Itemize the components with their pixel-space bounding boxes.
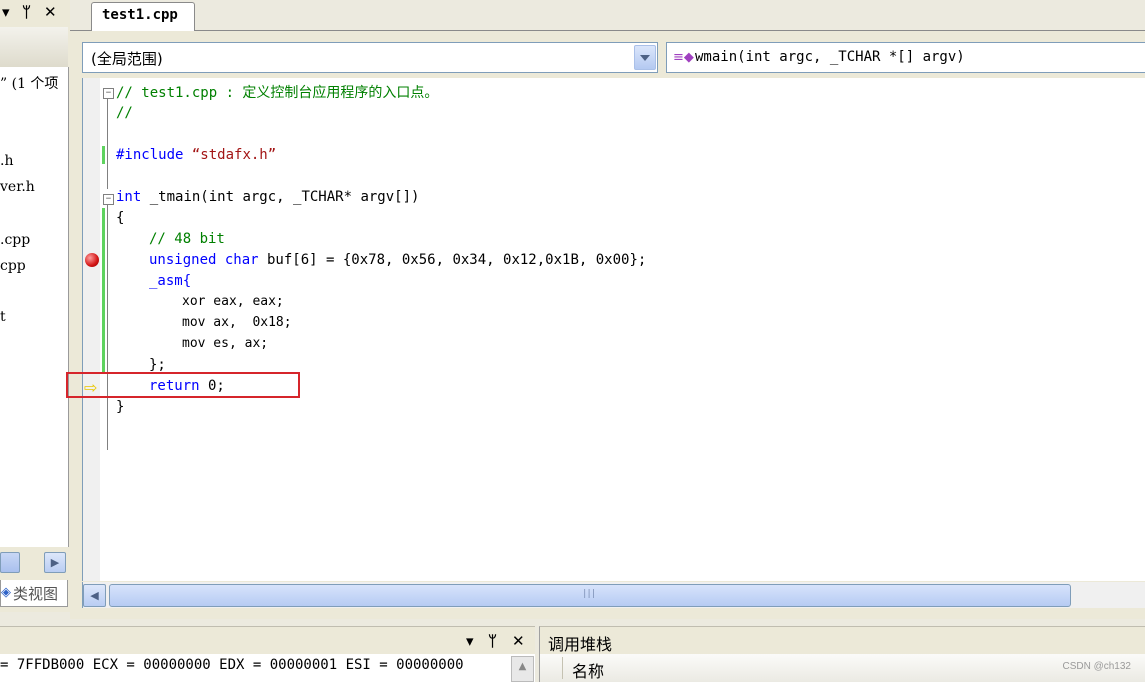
solution-tree: ” (1 个项 .h ver.h .cpp cpp t <box>0 67 69 547</box>
preprocessor-keyword: #include <box>116 147 184 163</box>
class-view-icon: ◈ <box>1 585 11 600</box>
breakpoint-icon[interactable] <box>85 253 99 267</box>
close-icon[interactable]: ✕ <box>512 632 525 650</box>
tree-item[interactable]: .h <box>0 153 13 169</box>
keyword: unsigned char <box>149 252 259 268</box>
code-editor[interactable]: − − // test1.cpp : 定义控制台应用程序的入口点。 // #in… <box>66 78 1145 581</box>
function-dropdown-value: wmain(int argc, _TCHAR *[] argv) <box>695 49 965 65</box>
code-line: // 48 bit <box>149 231 225 247</box>
tab-test1-cpp[interactable]: test1.cpp <box>91 2 195 31</box>
code-line: unsigned char buf[6] = {0x78, 0x56, 0x34… <box>149 251 646 269</box>
left-panel-titlebar: ▾ ᛘ ✕ <box>0 0 70 27</box>
code-line: #include “stdafx.h” <box>116 146 276 164</box>
code-line: _asm{ <box>149 273 192 289</box>
outline-line <box>107 205 108 450</box>
dropdown-icon[interactable]: ▾ <box>466 632 474 650</box>
change-bar <box>102 146 105 164</box>
pin-icon[interactable]: ᛘ <box>22 3 31 21</box>
scope-dropdown[interactable]: (全局范围) <box>82 42 658 73</box>
close-icon[interactable]: ✕ <box>44 3 57 21</box>
code-line: mov es, ax; <box>182 336 269 351</box>
registers-pane: = 7FFDB000 ECX = 00000000 EDX = 00000001… <box>0 654 535 682</box>
dropdown-icon[interactable]: ▾ <box>2 3 10 21</box>
tree-item[interactable]: t <box>0 309 6 325</box>
code-line: mov ax, 0x18; <box>182 315 292 330</box>
registers-panel-titlebar: ▾ ᛘ ✕ <box>0 626 535 655</box>
code-text: _tmain(int argc, _TCHAR* argv[]) <box>141 189 420 205</box>
scroll-up-icon[interactable]: ▲ <box>511 656 534 682</box>
callstack-col-name: 名称 <box>572 662 605 681</box>
change-bar <box>102 208 105 372</box>
include-string: “stdafx.h” <box>191 147 277 163</box>
callstack-panel-titlebar: 调用堆栈 <box>539 626 1145 655</box>
tree-item[interactable]: ver.h <box>0 179 35 195</box>
keyword: int <box>116 189 142 205</box>
column-separator <box>562 657 563 679</box>
callstack-pane: 名称 <box>539 654 1145 682</box>
code-line: { <box>116 210 125 226</box>
outline-line <box>107 99 108 189</box>
left-horizontal-scrollbar[interactable]: ▶ <box>0 548 68 575</box>
function-dropdown[interactable]: ≡◆ wmain(int argc, _TCHAR *[] argv) <box>666 42 1145 73</box>
code-line: } <box>116 399 125 415</box>
code-line: // test1.cpp : 定义控制台应用程序的入口点。 <box>116 85 439 101</box>
solution-explorer-panel: ▾ ᛘ ✕ ” (1 个项 .h ver.h .cpp cpp t ▶ ◈ 类视… <box>0 0 70 612</box>
code-line: // <box>116 105 133 121</box>
registers-line: = 7FFDB000 ECX = 00000000 EDX = 00000001… <box>0 657 464 673</box>
indicator-margin[interactable] <box>83 78 100 581</box>
scroll-thumb[interactable]: ||| <box>109 584 1071 607</box>
tree-item[interactable]: .cpp <box>0 232 30 248</box>
pin-icon[interactable]: ᛘ <box>488 632 497 650</box>
chevron-down-icon[interactable] <box>634 45 656 70</box>
class-view-tab[interactable]: ◈ 类视图 <box>0 580 68 607</box>
annotation-highlight-box <box>66 372 300 398</box>
callstack-title: 调用堆栈 <box>548 635 613 654</box>
watermark: CSDN @ch132 <box>1062 661 1131 672</box>
scroll-left-icon[interactable]: ◀ <box>83 584 106 607</box>
left-panel-toolbar <box>0 27 68 68</box>
method-icon: ≡◆ <box>673 50 694 65</box>
tree-item[interactable]: ” (1 个项 <box>0 73 58 93</box>
scope-dropdown-value: (全局范围) <box>91 50 163 68</box>
code-text: buf[6] = {0x78, 0x56, 0x34, 0x12,0x1B, 0… <box>258 252 647 268</box>
collapse-icon[interactable]: − <box>103 88 114 99</box>
class-view-tab-label: 类视图 <box>13 585 59 603</box>
code-line: int _tmain(int argc, _TCHAR* argv[]) <box>116 188 419 206</box>
code-line: xor eax, eax; <box>182 294 284 309</box>
scroll-thumb[interactable] <box>0 552 20 573</box>
tab-title: test1.cpp <box>102 7 178 23</box>
tree-item[interactable]: cpp <box>0 258 26 274</box>
grip-icon: ||| <box>582 589 596 599</box>
scroll-right-icon[interactable]: ▶ <box>44 552 66 573</box>
collapse-icon[interactable]: − <box>103 194 114 205</box>
callstack-column-header[interactable]: 名称 <box>540 654 1145 682</box>
editor-horizontal-scrollbar[interactable]: ◀ ||| <box>82 582 1145 608</box>
